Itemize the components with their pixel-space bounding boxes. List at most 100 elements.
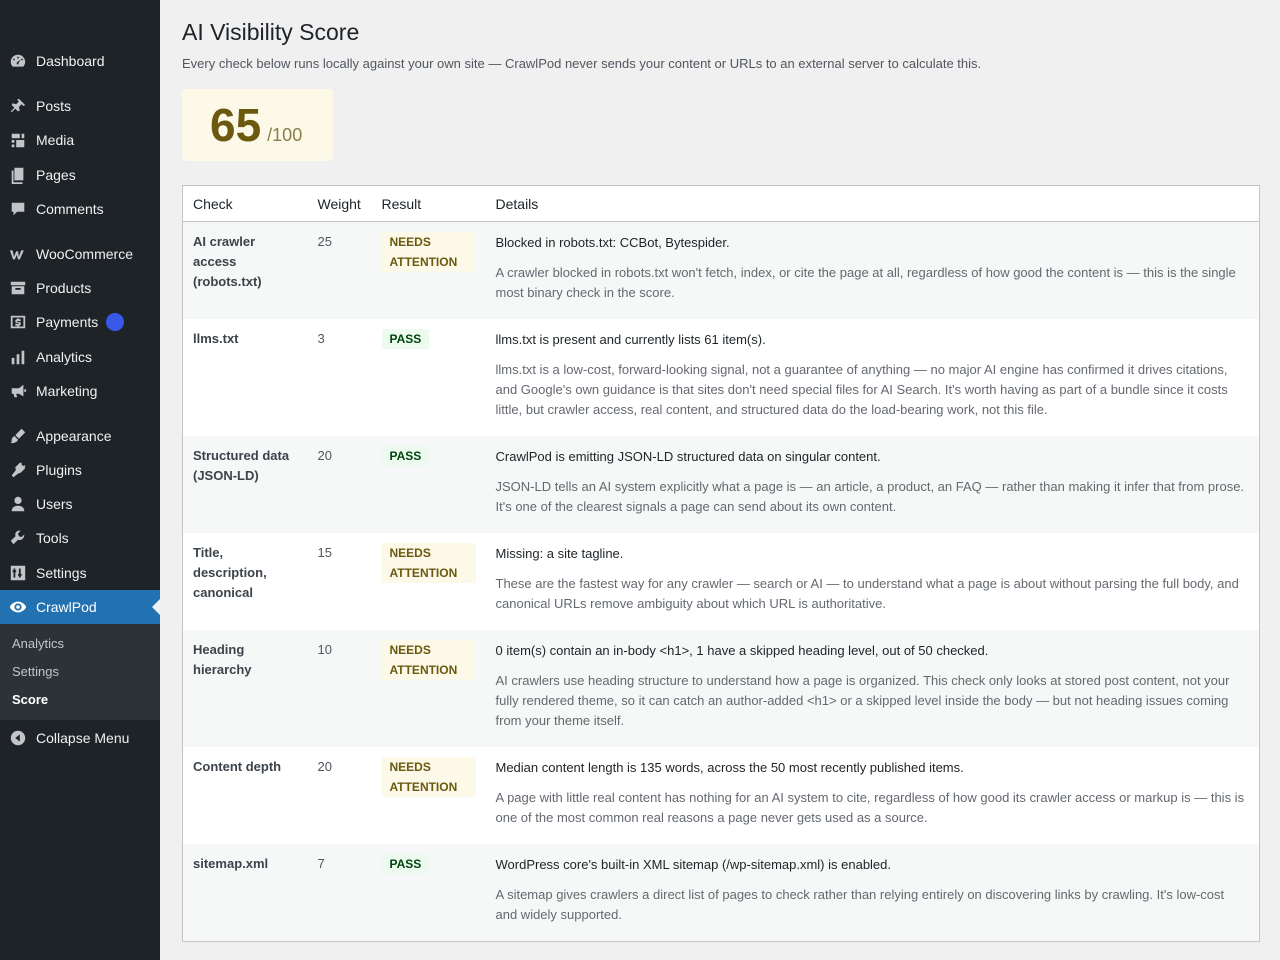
- column-header-weight: Weight: [307, 185, 372, 222]
- sidebar-item-label: Dashboard: [36, 53, 105, 69]
- sidebar-item-appearance[interactable]: Appearance: [0, 419, 160, 453]
- check-weight: 15: [317, 545, 332, 560]
- notification-badge: [106, 313, 125, 331]
- detail-note: A sitemap gives crawlers a direct list o…: [495, 887, 1225, 922]
- archive-icon: [8, 278, 28, 298]
- table-row: sitemap.xml 7 PASS WordPress core's buil…: [182, 844, 1260, 942]
- sidebar-item-label: CrawlPod: [36, 599, 97, 615]
- page-description: Every check below runs locally against y…: [182, 56, 982, 71]
- submenu-item-score[interactable]: Score: [12, 692, 48, 707]
- sidebar-item-label: Payments: [36, 314, 99, 330]
- checks-table: Check Weight Result Details AI crawler a…: [182, 185, 1260, 942]
- pages-icon: [8, 165, 28, 185]
- check-name: Heading hierarchy: [193, 642, 252, 677]
- table-header-row: Check Weight Result Details: [182, 185, 1260, 222]
- check-weight: 20: [317, 448, 332, 463]
- sidebar-item-label: Marketing: [36, 383, 98, 399]
- check-weight: 3: [317, 331, 325, 346]
- dashboard-icon: [8, 51, 28, 71]
- sidebar-item-tools[interactable]: Tools: [0, 521, 160, 555]
- sidebar-item-marketing[interactable]: Marketing: [0, 374, 160, 408]
- result-badge: NEEDS ATTENTION: [381, 757, 476, 797]
- plug-icon: [8, 460, 28, 480]
- submenu-item-analytics[interactable]: Analytics: [12, 636, 64, 651]
- check-name: Content depth: [193, 759, 282, 774]
- sidebar-item-comments[interactable]: Comments: [0, 192, 160, 226]
- detail-note: AI crawlers use heading structure to und…: [495, 673, 1230, 728]
- megaphone-icon: [8, 381, 28, 401]
- detail-summary: CrawlPod is emitting JSON-LD structured …: [495, 449, 881, 464]
- sidebar-item-settings[interactable]: Settings: [0, 556, 160, 590]
- sidebar-item-posts[interactable]: Posts: [0, 89, 160, 123]
- sidebar-item-woocommerce[interactable]: WooCommerce: [0, 237, 160, 271]
- bar-chart-icon: [8, 347, 28, 367]
- score-value: 65: [210, 99, 262, 151]
- detail-note: A page with little real content has noth…: [495, 790, 1245, 825]
- sidebar-item-label: Posts: [36, 98, 72, 114]
- sidebar-item-label: Appearance: [36, 428, 112, 444]
- sidebar-item-label: Media: [36, 132, 75, 148]
- collapse-arrow-icon: [8, 728, 28, 748]
- check-weight: 7: [317, 856, 325, 871]
- sidebar-item-label: Pages: [36, 167, 76, 183]
- check-name: sitemap.xml: [193, 856, 269, 871]
- sidebar-item-label: Plugins: [36, 462, 82, 478]
- crawlpod-submenu: Analytics Settings Score: [0, 624, 160, 720]
- check-weight: 10: [317, 642, 332, 657]
- check-name: Structured data (JSON-LD): [193, 448, 290, 483]
- sidebar-item-label: Users: [36, 496, 73, 512]
- sidebar-item-analytics[interactable]: Analytics: [0, 340, 160, 374]
- sidebar-item-label: Analytics: [36, 349, 93, 365]
- collapse-menu-button[interactable]: Collapse Menu: [0, 721, 160, 755]
- sidebar-item-plugins[interactable]: Plugins: [0, 453, 160, 487]
- table-row: Heading hierarchy 10 NEEDS ATTENTION 0 i…: [182, 630, 1260, 747]
- wrench-icon: [8, 528, 28, 548]
- sidebar-item-label: Products: [36, 280, 92, 296]
- media-icon: [8, 130, 28, 150]
- sidebar-item-pages[interactable]: Pages: [0, 158, 160, 192]
- table-row: llms.txt 3 PASS llms.txt is present and …: [182, 319, 1260, 436]
- sidebar-item-products[interactable]: Products: [0, 271, 160, 305]
- detail-summary: Median content length is 135 words, acro…: [495, 760, 964, 775]
- eye-icon: [8, 597, 28, 617]
- detail-note: A crawler blocked in robots.txt won't fe…: [495, 265, 1236, 300]
- table-row: Structured data (JSON-LD) 20 PASS CrawlP…: [182, 436, 1260, 533]
- result-badge: PASS: [381, 854, 430, 874]
- result-badge: PASS: [381, 329, 430, 349]
- table-row: Content depth 20 NEEDS ATTENTION Median …: [182, 747, 1260, 844]
- table-row: Title, description, canonical 15 NEEDS A…: [182, 533, 1260, 630]
- detail-note: llms.txt is a low-cost, forward-looking …: [495, 362, 1228, 417]
- submenu-item-settings[interactable]: Settings: [12, 664, 59, 679]
- detail-summary: llms.txt is present and currently lists …: [495, 332, 766, 347]
- column-header-details: Details: [485, 185, 1260, 222]
- admin-sidebar: Dashboard Posts Media Pages Comments Woo…: [0, 0, 160, 960]
- check-weight: 20: [317, 759, 332, 774]
- check-name: Title, description, canonical: [193, 545, 267, 600]
- score-max: /100: [267, 125, 303, 145]
- score-box: 65 /100: [182, 89, 333, 161]
- woo-icon: [8, 244, 28, 264]
- check-name: AI crawler access (robots.txt): [193, 234, 262, 289]
- sidebar-item-label: WooCommerce: [36, 246, 133, 262]
- sidebar-item-users[interactable]: Users: [0, 487, 160, 521]
- sidebar-item-label: Tools: [36, 530, 69, 546]
- detail-note: JSON-LD tells an AI system explicitly wh…: [495, 479, 1245, 514]
- sidebar-item-media[interactable]: Media: [0, 123, 160, 157]
- sidebar-item-payments[interactable]: Payments: [0, 305, 160, 339]
- detail-summary: Missing: a site tagline.: [495, 546, 624, 561]
- detail-summary: 0 item(s) contain an in-body <h1>, 1 hav…: [495, 643, 989, 658]
- sidebar-item-crawlpod[interactable]: CrawlPod: [0, 590, 160, 624]
- detail-note: These are the fastest way for any crawle…: [495, 576, 1239, 611]
- page-title: AI Visibility Score: [182, 19, 360, 45]
- result-badge: NEEDS ATTENTION: [381, 640, 476, 680]
- table-row: AI crawler access (robots.txt) 25 NEEDS …: [182, 221, 1260, 319]
- brush-icon: [8, 426, 28, 446]
- detail-summary: WordPress core's built-in XML sitemap (/…: [495, 857, 892, 872]
- result-badge: NEEDS ATTENTION: [381, 543, 476, 583]
- sidebar-item-dashboard[interactable]: Dashboard: [0, 44, 160, 78]
- dollar-icon: [8, 312, 28, 332]
- sidebar-item-label: Comments: [36, 201, 104, 217]
- check-name: llms.txt: [193, 331, 239, 346]
- sliders-icon: [8, 563, 28, 583]
- user-icon: [8, 494, 28, 514]
